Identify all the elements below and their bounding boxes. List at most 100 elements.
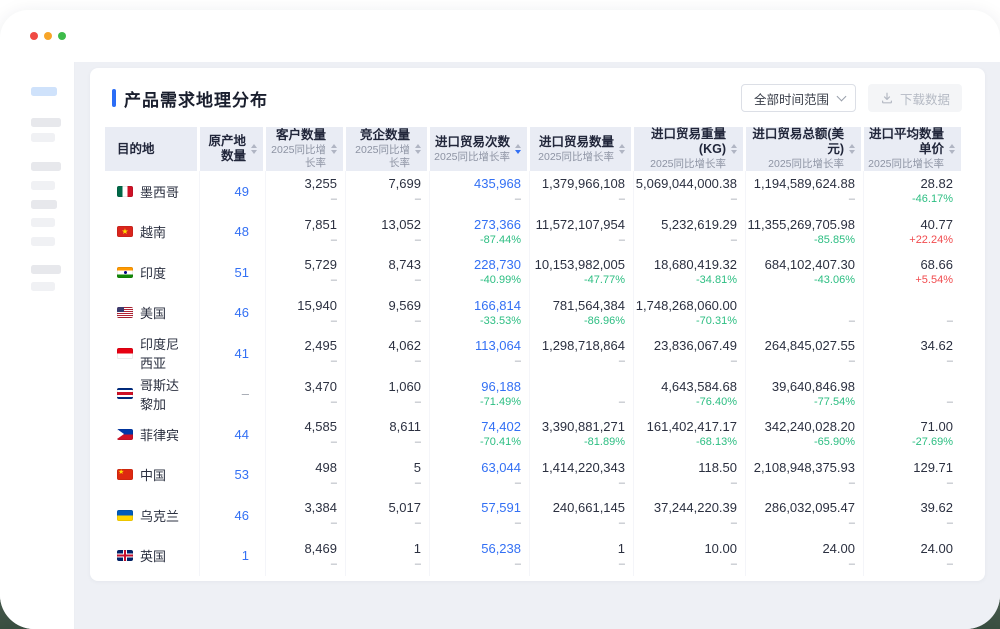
origin-count-value[interactable]: 51 [235,264,249,281]
growth-rate: – [731,192,737,207]
sidebar-skeleton-item[interactable] [31,162,61,171]
count-value[interactable]: 113,064 [475,337,521,354]
sort-caret-icon[interactable] [515,144,521,154]
geo-distribution-card: 产品需求地理分布 全部时间范围 下载数据 [90,68,985,581]
growth-rate: – [331,395,337,410]
sidebar-skeleton-item[interactable] [31,237,55,246]
price-value: 129.71 [913,459,953,476]
origin-count-value[interactable]: 53 [235,466,249,483]
count-value[interactable]: 74,402 [481,418,521,435]
sidebar-skeleton-item[interactable] [31,200,57,209]
download-data-label: 下载数据 [900,89,950,108]
origin-count-value[interactable]: 44 [235,426,249,443]
cell-total: 39,640,846.98-77.54% [746,374,864,415]
column-header-total[interactable]: 进口贸易总额(美元)2025同比增长率 [746,127,864,171]
geo-distribution-table: 目的地原产地数量客户数量2025同比增长率竞企数量2025同比增长率进口贸易次数… [90,127,985,576]
column-header-weight[interactable]: 进口贸易重量(KG)2025同比增长率 [634,127,746,171]
origin-count-value[interactable]: 1 [242,547,249,564]
count-value[interactable]: 57,591 [481,499,521,516]
sidebar-skeleton-item[interactable] [31,218,55,227]
competitors-value: 4,062 [388,337,421,354]
origin-count-value[interactable]: 49 [235,183,249,200]
growth-rate: – [947,516,953,531]
growth-rate: -77.54% [814,395,855,410]
origin-count-value[interactable]: 41 [235,345,249,362]
sidebar-skeleton-item[interactable] [31,282,55,291]
growth-rate: – [415,557,421,572]
count-value[interactable]: 96,188 [481,378,521,395]
cell-total: 342,240,028.20-65.90% [746,414,864,455]
count-value[interactable]: 56,238 [481,540,521,557]
growth-rate: -86.96% [584,314,625,329]
sort-caret-icon[interactable] [331,144,337,154]
count-value[interactable]: 228,730 [474,256,521,273]
column-sublabel: 2025同比增长率 [538,151,614,164]
count-value[interactable]: 63,044 [481,459,521,476]
growth-rate: – [849,516,855,531]
cell-customers: 8,469– [266,536,346,577]
sidebar-skeleton-item[interactable] [31,181,55,190]
column-header-competitors[interactable]: 竞企数量2025同比增长率 [346,127,430,171]
cell-qty: 10,153,982,005-47.77% [530,252,634,293]
cell-count: 63,044– [430,455,530,496]
origin-count-value: – [242,385,249,402]
cell-weight: 5,069,044,000.38– [634,171,746,212]
qty-value: 10,153,982,005 [535,256,625,273]
growth-rate: – [731,516,737,531]
minimize-button[interactable] [44,32,52,40]
growth-rate: – [619,516,625,531]
competitors-value: 1 [414,540,421,557]
country-flag-icon [117,469,133,480]
cell-qty: 1,379,966,108– [530,171,634,212]
sort-caret-icon[interactable] [415,144,421,154]
cell-qty: – [530,374,634,415]
column-label: 进口平均数量单价 [868,127,944,157]
sidebar-skeleton-item[interactable] [31,133,55,142]
country-name: 越南 [140,222,166,241]
weight-value: 23,836,067.49 [654,337,737,354]
column-header-customers[interactable]: 客户数量2025同比增长率 [266,127,346,171]
sort-caret-icon[interactable] [619,144,625,154]
growth-rate: – [415,476,421,491]
growth-rate: -70.31% [696,314,737,329]
column-header-text: 进口贸易数量2025同比增长率 [538,135,614,164]
cell-dest: 英国 [105,536,200,577]
column-header-price[interactable]: 进口平均数量单价2025同比增长率 [864,127,961,171]
close-button[interactable] [30,32,38,40]
customers-value: 5,729 [304,256,337,273]
download-data-button[interactable]: 下载数据 [868,84,962,112]
growth-rate: – [331,273,337,288]
sidebar-item-active[interactable] [31,87,57,96]
sort-caret-icon[interactable] [731,144,737,154]
column-header-count[interactable]: 进口贸易次数2025同比增长率 [430,127,530,171]
table-row: 印度尼西亚412,495–4,062–113,064–1,298,718,864… [105,333,962,374]
growth-rate: – [947,354,953,369]
count-value[interactable]: 273,366 [474,216,521,233]
growth-rate: – [947,476,953,491]
column-sublabel: 2025同比增长率 [868,158,944,171]
customers-value: 2,495 [304,337,337,354]
growth-rate: – [331,314,337,329]
column-header-origin[interactable]: 原产地数量 [200,127,266,171]
growth-rate: -33.53% [480,314,521,329]
cell-competitors: 4,062– [346,333,430,374]
cell-customers: 4,585– [266,414,346,455]
sidebar-skeleton-item[interactable] [31,265,61,274]
origin-count-value[interactable]: 46 [235,507,249,524]
count-value[interactable]: 166,814 [474,297,521,314]
sidebar-skeleton-item[interactable] [31,118,61,127]
origin-count-value[interactable]: 46 [235,304,249,321]
zoom-button[interactable] [58,32,66,40]
cell-price: 40.77+22.24% [864,212,961,253]
total-value: 264,845,027.55 [765,337,855,354]
country-name: 英国 [140,546,166,565]
sort-caret-icon[interactable] [849,144,855,154]
origin-count-value[interactable]: 48 [235,223,249,240]
growth-rate: +22.24% [909,233,953,248]
time-range-select[interactable]: 全部时间范围 [741,84,856,112]
count-value[interactable]: 435,968 [474,175,521,192]
sort-caret-icon[interactable] [949,144,955,154]
growth-rate: – [619,192,625,207]
sort-caret-icon[interactable] [251,144,257,154]
column-header-qty[interactable]: 进口贸易数量2025同比增长率 [530,127,634,171]
